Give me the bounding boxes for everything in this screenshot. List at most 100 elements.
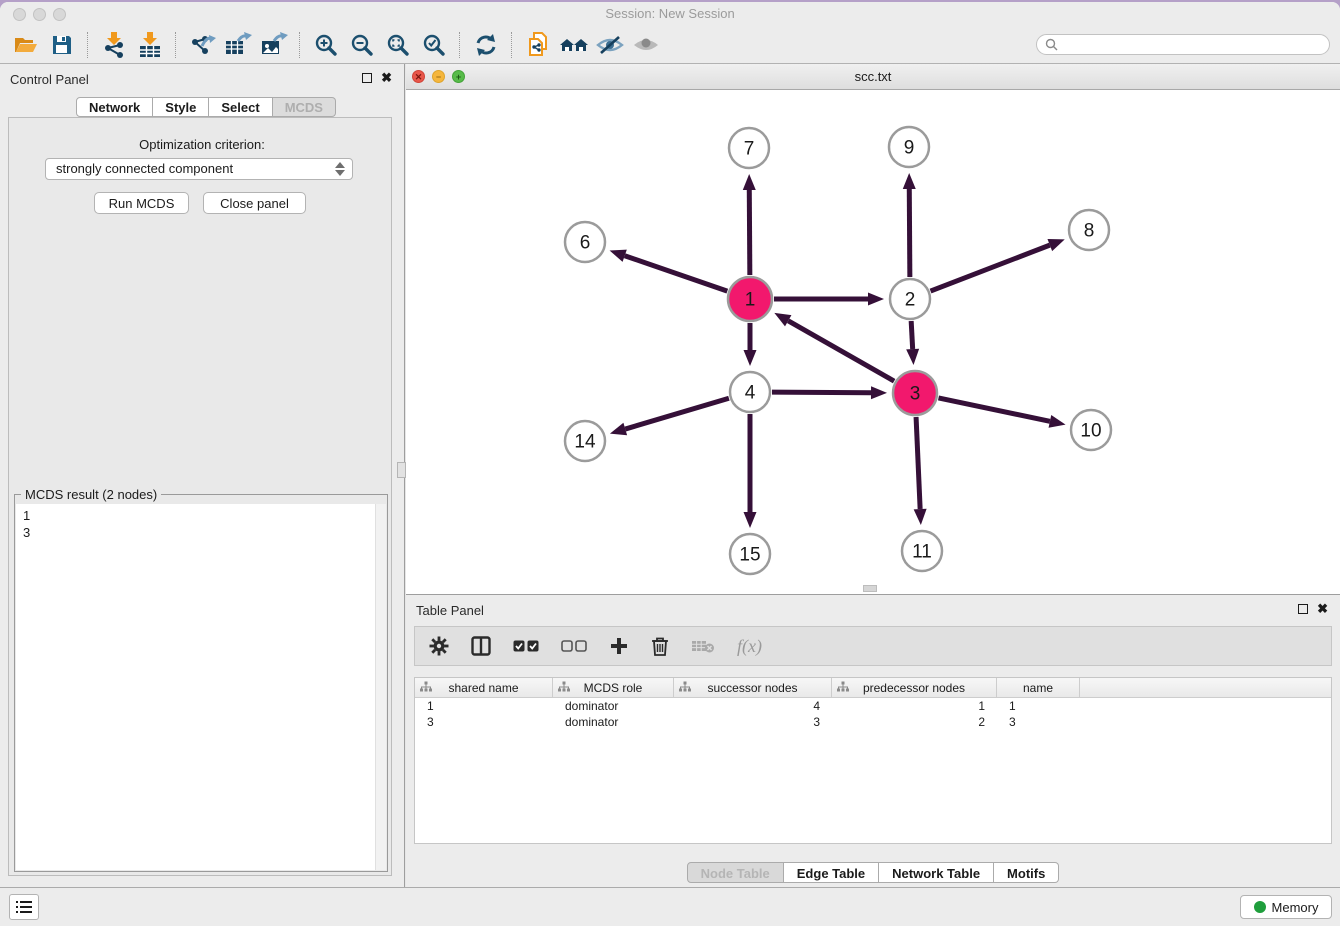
add-column-icon[interactable] <box>609 636 629 656</box>
application-window: Session: New Session <box>0 2 1340 926</box>
node-table[interactable]: shared name MCDS role successor nodesprede… <box>414 677 1332 844</box>
open-file-icon[interactable] <box>8 29 44 61</box>
tab-network-table[interactable]: Network Table <box>879 862 994 883</box>
export-image-icon[interactable] <box>256 29 292 61</box>
graph-edge-arrowhead <box>744 512 757 528</box>
table-cell[interactable]: 3 <box>997 714 1080 730</box>
toolbar-separator <box>459 32 461 58</box>
table-row[interactable]: 3dominator323 <box>415 714 1331 730</box>
close-panel-button[interactable]: Close panel <box>203 192 306 214</box>
column-header-MCDS-role[interactable]: MCDS role <box>553 678 674 697</box>
table-cell[interactable]: 4 <box>674 698 832 714</box>
network-canvas[interactable]: 1234678910111415 <box>406 90 1340 594</box>
duplicate-network-icon[interactable] <box>520 29 556 61</box>
result-scrollbar[interactable] <box>375 504 386 870</box>
delete-table-icon <box>691 638 715 654</box>
zoom-in-icon[interactable] <box>308 29 344 61</box>
table-cell[interactable]: 1 <box>832 698 997 714</box>
column-header-predecessor-nodes[interactable]: predecessor nodes <box>832 678 997 697</box>
hierarchy-icon <box>837 681 849 696</box>
import-network-icon[interactable] <box>96 29 132 61</box>
panel-splitter-handle[interactable] <box>397 462 406 478</box>
graph-edge-4-3[interactable] <box>772 392 871 393</box>
split-columns-icon[interactable] <box>471 636 491 656</box>
tab-mcds[interactable]: MCDS <box>273 97 336 117</box>
zoom-selected-icon[interactable] <box>416 29 452 61</box>
tab-select[interactable]: Select <box>209 97 272 117</box>
column-header-name[interactable]: name <box>997 678 1080 697</box>
zoom-fit-icon[interactable] <box>380 29 416 61</box>
horizontal-scrollbar-thumb[interactable] <box>863 585 877 592</box>
import-table-icon[interactable] <box>132 29 168 61</box>
graph-node-label: 3 <box>910 384 921 405</box>
delete-column-icon[interactable] <box>651 636 669 656</box>
memory-label: Memory <box>1272 900 1319 915</box>
table-cell[interactable]: dominator <box>553 698 674 714</box>
export-table-icon[interactable] <box>220 29 256 61</box>
graph-edge-3-10[interactable] <box>938 398 1049 421</box>
hierarchy-icon <box>679 681 691 696</box>
hierarchy-icon <box>558 681 570 696</box>
graph-node-label: 15 <box>739 545 760 566</box>
search-field[interactable] <box>1036 34 1330 55</box>
refresh-layout-icon[interactable] <box>468 29 504 61</box>
show-task-history-button[interactable] <box>9 894 39 920</box>
select-all-checkboxes-icon[interactable] <box>513 639 539 653</box>
table-row[interactable]: 1dominator411 <box>415 698 1331 714</box>
table-cell[interactable]: 2 <box>832 714 997 730</box>
deselect-all-checkboxes-icon[interactable] <box>561 639 587 653</box>
gear-icon[interactable] <box>429 636 449 656</box>
graph-edge-3-1[interactable] <box>788 321 894 381</box>
tab-network[interactable]: Network <box>76 97 153 117</box>
function-builder-icon: f(x) <box>737 636 762 657</box>
tab-edge-table[interactable]: Edge Table <box>784 862 879 883</box>
float-table-panel-icon[interactable] <box>1298 604 1308 614</box>
table-cell[interactable]: 1 <box>415 698 553 714</box>
memory-button[interactable]: Memory <box>1240 895 1332 919</box>
tab-style[interactable]: Style <box>153 97 209 117</box>
table-cell[interactable]: 3 <box>674 714 832 730</box>
mcds-result-title: MCDS result (2 nodes) <box>21 487 161 502</box>
search-input[interactable] <box>1063 37 1329 53</box>
main-content: Control Panel ✖ Network Style Select MCD… <box>0 64 1340 888</box>
graph-edge-arrowhead <box>1049 415 1066 428</box>
graph-edge-arrowhead <box>610 423 627 435</box>
main-toolbar <box>0 26 1340 64</box>
run-mcds-button[interactable]: Run MCDS <box>94 192 189 214</box>
graph-node-label: 10 <box>1080 421 1101 442</box>
save-session-icon[interactable] <box>44 29 80 61</box>
graph-node-label: 6 <box>580 233 591 254</box>
tab-motifs[interactable]: Motifs <box>994 862 1059 883</box>
show-graphics-icon[interactable] <box>628 29 664 61</box>
toolbar-separator <box>299 32 301 58</box>
zoom-out-icon[interactable] <box>344 29 380 61</box>
table-cell[interactable]: 3 <box>415 714 553 730</box>
graph-edge-4-14[interactable] <box>625 398 729 429</box>
toolbar-separator <box>87 32 89 58</box>
export-network-icon[interactable] <box>184 29 220 61</box>
close-table-panel-icon[interactable]: ✖ <box>1317 604 1328 614</box>
close-panel-icon[interactable]: ✖ <box>381 73 392 83</box>
graph-edge-2-3[interactable] <box>911 321 912 349</box>
table-cell[interactable]: 1 <box>997 698 1080 714</box>
tab-node-table[interactable]: Node Table <box>687 862 784 883</box>
optimization-criterion-select[interactable]: strongly connected component <box>45 158 353 180</box>
column-header-successor-nodes[interactable]: successor nodes <box>674 678 832 697</box>
search-icon <box>1045 38 1058 51</box>
graph-edge-2-9[interactable] <box>909 189 910 277</box>
graph-edge-1-6[interactable] <box>625 256 728 291</box>
column-header-shared-name[interactable]: shared name <box>415 678 553 697</box>
graph-edge-1-7[interactable] <box>749 190 750 275</box>
graph-edge-2-8[interactable] <box>931 245 1050 291</box>
graph-node-label: 4 <box>745 383 756 404</box>
mcds-result-textarea[interactable]: 13 <box>16 504 386 870</box>
graph-edge-arrowhead <box>743 174 756 190</box>
hierarchy-icon <box>420 681 432 696</box>
hide-graphics-icon[interactable] <box>592 29 628 61</box>
list-icon <box>16 901 32 914</box>
graph-edge-3-11[interactable] <box>916 417 920 509</box>
column-header-label: MCDS role <box>584 681 643 695</box>
table-cell[interactable]: dominator <box>553 714 674 730</box>
show-all-networks-icon[interactable] <box>556 29 592 61</box>
float-panel-icon[interactable] <box>362 73 372 83</box>
